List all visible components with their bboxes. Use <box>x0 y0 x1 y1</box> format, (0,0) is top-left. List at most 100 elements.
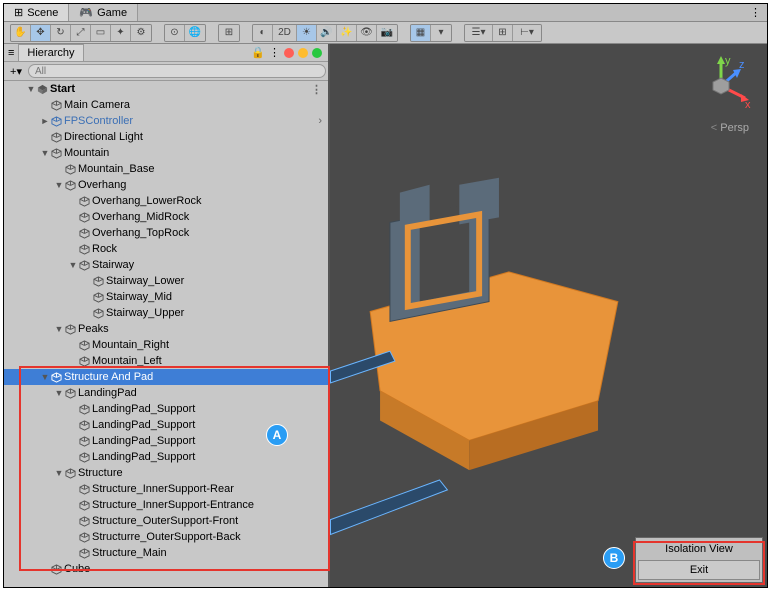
expand-arrow[interactable]: ▼ <box>54 180 64 190</box>
layers-dropdown[interactable]: ☰▾ <box>465 25 493 41</box>
min-dot[interactable] <box>298 48 308 58</box>
expand-arrow[interactable]: ▼ <box>40 372 50 382</box>
tree-item[interactable]: ►FPSController› <box>4 113 328 129</box>
scale-tool[interactable]: ⤢ <box>71 25 91 41</box>
tree-item[interactable]: Rock <box>4 241 328 257</box>
hierarchy-panel: ≡ Hierarchy 🔒 ⋮ +▾ ▼Start⋮Ma <box>4 44 330 587</box>
scene-lighting[interactable]: ☀ <box>297 25 317 41</box>
tree-item[interactable]: LandingPad_Support <box>4 449 328 465</box>
search-input[interactable] <box>28 64 326 78</box>
move-tool[interactable]: ✥ <box>31 25 51 41</box>
scene-row[interactable]: ▼Start⋮ <box>4 81 328 97</box>
mode-2d[interactable]: 2D <box>273 25 297 41</box>
tree-item[interactable]: Structure_OuterSupport-Front <box>4 513 328 529</box>
create-button[interactable]: +▾ <box>6 64 26 78</box>
grid-settings[interactable]: ⊞ <box>493 25 513 41</box>
tree-item[interactable]: Directional Light <box>4 129 328 145</box>
gameobject-icon <box>78 531 90 543</box>
close-dot[interactable] <box>284 48 294 58</box>
scene-menu[interactable]: ⋮ <box>311 83 322 96</box>
scene-fx[interactable]: ✨ <box>337 25 357 41</box>
tree-item[interactable]: ▼LandingPad <box>4 385 328 401</box>
tree-item[interactable]: Stairway_Mid <box>4 289 328 305</box>
rotate-tool[interactable]: ↻ <box>51 25 71 41</box>
expand-arrow[interactable]: ▼ <box>54 324 64 334</box>
editor-tabs: ⊞ Scene 🎮 Game ⋮ <box>4 4 767 22</box>
tree-item-label: Overhang_LowerRock <box>92 195 201 207</box>
tab-scene[interactable]: ⊞ Scene <box>4 4 69 21</box>
expand-arrow[interactable]: ▼ <box>54 388 64 398</box>
tree-item-label: Structure_InnerSupport-Entrance <box>92 499 254 511</box>
gameobject-icon <box>50 131 62 143</box>
shaded-mode[interactable]: ◐ <box>253 25 273 41</box>
svg-text:x: x <box>745 99 751 111</box>
gameobject-icon <box>78 435 90 447</box>
tree-item[interactable]: Overhang_TopRock <box>4 225 328 241</box>
tree-item[interactable]: ▼Stairway <box>4 257 328 273</box>
chevron-right-icon[interactable]: › <box>318 115 322 127</box>
gizmo-toggle[interactable]: ▦ <box>411 25 431 41</box>
tree-item[interactable]: ▼Mountain <box>4 145 328 161</box>
scene-audio[interactable]: 🔊 <box>317 25 337 41</box>
gameobject-icon <box>92 291 104 303</box>
tree-item-label: Structure_OuterSupport-Front <box>92 515 238 527</box>
tree-item[interactable]: Overhang_MidRock <box>4 209 328 225</box>
pivot-mode[interactable]: ⊙ <box>165 25 185 41</box>
tree-item[interactable]: Mountain_Base <box>4 161 328 177</box>
expand-arrow[interactable]: ▼ <box>68 260 78 270</box>
gameobject-icon <box>78 515 90 527</box>
scene-vis[interactable]: 👁 <box>357 25 377 41</box>
exit-button[interactable]: Exit <box>638 560 760 580</box>
tree-item-label: Rock <box>92 243 117 255</box>
tree-item[interactable]: Stairway_Upper <box>4 305 328 321</box>
tab-hierarchy[interactable]: Hierarchy <box>18 44 83 61</box>
tree-item[interactable]: Structure_Main <box>4 545 328 561</box>
pivot-rotation[interactable]: 🌐 <box>185 25 205 41</box>
tree-item[interactable]: Cube <box>4 561 328 577</box>
tree-item-label: Stairway_Lower <box>106 275 184 287</box>
scene-viewport[interactable]: y x z Persp Isolation View Exit B <box>330 44 767 587</box>
gizmo-opt[interactable]: ▾ <box>431 25 451 41</box>
callout-b: B <box>603 547 625 569</box>
rect-tool[interactable]: ▭ <box>91 25 111 41</box>
orientation-gizmo[interactable]: y x z <box>689 54 753 118</box>
tree-item[interactable]: Mountain_Right <box>4 337 328 353</box>
tree-item-label: Directional Light <box>64 131 143 143</box>
transform-tool[interactable]: ✦ <box>111 25 131 41</box>
tree-item[interactable]: Main Camera <box>4 97 328 113</box>
gameobject-icon <box>64 179 76 191</box>
expand-arrow[interactable]: ▼ <box>40 148 50 158</box>
expand-arrow[interactable]: ▼ <box>54 468 64 478</box>
custom-tool[interactable]: ⚙ <box>131 25 151 41</box>
tree-item[interactable]: ▼Structure <box>4 465 328 481</box>
snap-settings[interactable]: ⊢▾ <box>513 25 541 41</box>
tree-item-label: LandingPad_Support <box>92 419 195 431</box>
tree-item[interactable]: ▼Peaks <box>4 321 328 337</box>
tab-game[interactable]: 🎮 Game <box>69 4 138 21</box>
expand-arrow[interactable]: ► <box>40 116 50 126</box>
max-dot[interactable] <box>312 48 322 58</box>
tree-item[interactable]: Structurre_OuterSupport-Back <box>4 529 328 545</box>
tree-item[interactable]: ▼Structure And Pad <box>4 369 328 385</box>
tree-item[interactable]: Structure_InnerSupport-Rear <box>4 481 328 497</box>
hierarchy-icon: ≡ <box>8 47 14 59</box>
hierarchy-tree[interactable]: ▼Start⋮Main Camera►FPSController› Directi… <box>4 81 328 587</box>
tree-item[interactable]: Overhang_LowerRock <box>4 193 328 209</box>
tree-item[interactable]: Mountain_Left <box>4 353 328 369</box>
tree-item[interactable]: LandingPad_Support <box>4 401 328 417</box>
tree-item-label: Structure_InnerSupport-Rear <box>92 483 234 495</box>
gameobject-icon <box>78 483 90 495</box>
panel-menu[interactable]: ⋮ <box>269 46 280 59</box>
hand-tool[interactable]: ✋ <box>11 25 31 41</box>
tree-item[interactable]: Stairway_Lower <box>4 273 328 289</box>
snap-toggle[interactable]: ⊞ <box>219 25 239 41</box>
gameobject-icon <box>78 339 90 351</box>
gameobject-icon <box>64 323 76 335</box>
tab-menu[interactable]: ⋮ <box>750 6 761 19</box>
tree-item[interactable]: Structure_InnerSupport-Entrance <box>4 497 328 513</box>
tree-item[interactable]: ▼Overhang <box>4 177 328 193</box>
tree-item-label: Structure_Main <box>92 547 167 559</box>
projection-label[interactable]: Persp <box>711 122 749 134</box>
scene-camera[interactable]: 📷 <box>377 25 397 41</box>
lock-icon[interactable]: 🔒 <box>251 46 265 59</box>
